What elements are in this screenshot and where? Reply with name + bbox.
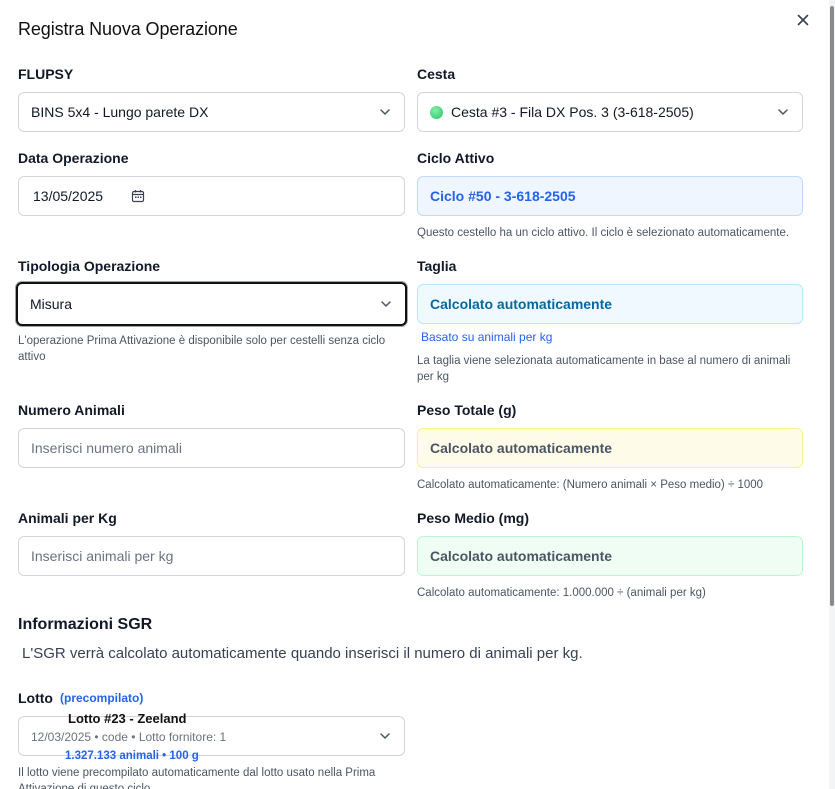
flupsy-select[interactable]: BINS 5x4 - Lungo parete DX [18, 92, 405, 132]
cesta-value: Cesta #3 - Fila DX Pos. 3 (3-618-2505) [451, 104, 694, 120]
chevron-down-icon [776, 105, 790, 119]
animali-kg-label: Animali per Kg [18, 510, 117, 526]
lotto-label: Lotto [18, 690, 53, 706]
peso-totale-field: Calcolato automaticamente [417, 428, 803, 468]
lotto-meta: 12/03/2025 • code • Lotto fornitore: 1 [31, 730, 227, 744]
ciclo-help: Questo cestello ha un ciclo attivo. Il c… [417, 227, 790, 239]
numero-animali-input[interactable]: Inserisci numero animali [18, 428, 405, 468]
scrollbar-thumb[interactable] [830, 6, 834, 606]
peso-medio-field: Calcolato automaticamente [417, 536, 803, 576]
cesta-select[interactable]: Cesta #3 - Fila DX Pos. 3 (3-618-2505) [417, 92, 803, 132]
animali-kg-input[interactable]: Inserisci animali per kg [18, 536, 405, 576]
animali-kg-placeholder: Inserisci animali per kg [31, 548, 174, 564]
scrollbar[interactable] [829, 0, 835, 789]
lotto-help-1: Il lotto viene precompilato automaticame… [18, 767, 376, 779]
tipologia-help-1: L'operazione Prima Attivazione è disponi… [18, 335, 386, 347]
cesta-label: Cesta [417, 66, 456, 82]
flupsy-value: BINS 5x4 - Lungo parete DX [31, 104, 209, 120]
peso-medio-help: Calcolato automaticamente: 1.000.000 ÷ (… [417, 587, 706, 599]
tipologia-value: Misura [30, 296, 73, 312]
chevron-down-icon [378, 729, 392, 743]
status-dot-icon [430, 105, 443, 119]
peso-totale-label: Peso Totale (g) [417, 402, 517, 418]
taglia-help-2: per kg [417, 371, 449, 383]
date-value: 13/05/2025 [33, 188, 104, 204]
close-icon[interactable] [795, 12, 811, 28]
operation-dialog: Registra Nuova Operazione FLUPSY BINS 5x… [0, 0, 835, 789]
ciclo-field: Ciclo #50 - 3-618-2505 [417, 176, 803, 216]
peso-medio-label: Peso Medio (mg) [417, 510, 530, 526]
peso-medio-value: Calcolato automaticamente [430, 548, 613, 564]
sgr-title: Informazioni SGR [18, 616, 153, 633]
numero-animali-placeholder: Inserisci numero animali [31, 440, 182, 456]
lotto-stats: 1.327.133 animali • 100 g [65, 750, 199, 762]
lotto-help-2: Attivazione di questo ciclo [18, 783, 151, 789]
taglia-basis: Basato su animali per kg [421, 330, 553, 344]
lotto-prefilled-tag: (precompilato) [60, 691, 144, 705]
sgr-text: L'SGR verrà calcolato automaticamente qu… [22, 645, 583, 662]
taglia-label: Taglia [417, 258, 457, 274]
lotto-name: Lotto #23 - Zeeland [68, 711, 187, 726]
tipologia-label: Tipologia Operazione [18, 258, 161, 274]
dialog-title: Registra Nuova Operazione [18, 19, 238, 39]
data-operazione-label: Data Operazione [18, 150, 129, 166]
chevron-down-icon [378, 105, 392, 119]
date-input[interactable]: 13/05/2025 [18, 176, 405, 216]
taglia-help-1: La taglia viene selezionata automaticame… [417, 355, 791, 367]
taglia-value: Calcolato automaticamente [430, 296, 613, 312]
ciclo-label: Ciclo Attivo [417, 150, 495, 166]
flupsy-label: FLUPSY [18, 66, 74, 82]
peso-totale-value: Calcolato automaticamente [430, 440, 613, 456]
peso-totale-help: Calcolato automaticamente: (Numero anima… [417, 479, 764, 491]
numero-animali-label: Numero Animali [18, 402, 125, 418]
calendar-icon[interactable] [131, 189, 145, 203]
tipologia-select[interactable]: Misura [16, 282, 407, 326]
chevron-down-icon [379, 297, 393, 311]
ciclo-value: Ciclo #50 - 3-618-2505 [430, 188, 576, 204]
tipologia-help-2: attivo [18, 351, 46, 363]
taglia-field: Calcolato automaticamente [417, 284, 803, 324]
